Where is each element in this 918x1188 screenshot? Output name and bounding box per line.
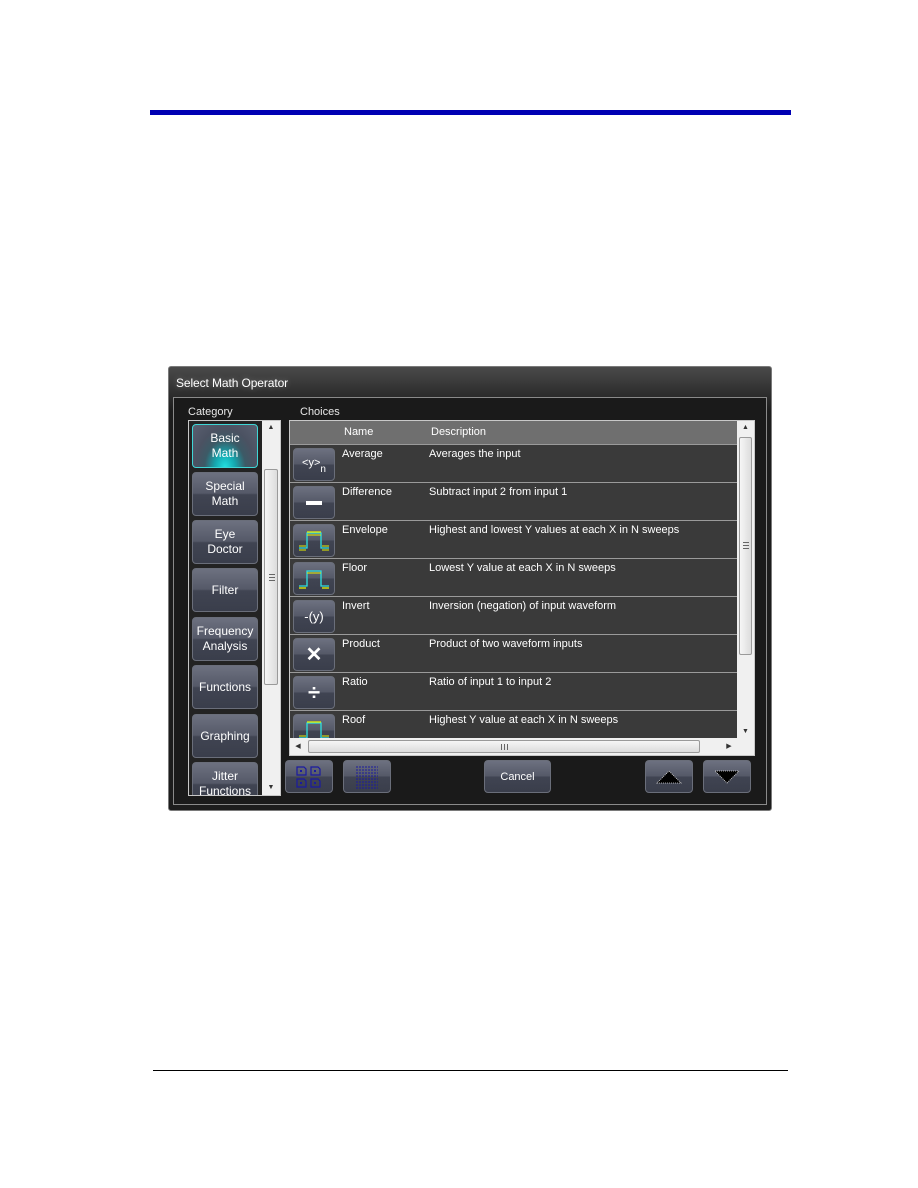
floor-waveform-graphic [299, 569, 329, 589]
list-view-button[interactable] [343, 760, 391, 793]
envelope-waveform-graphic [299, 530, 329, 550]
page-down-button[interactable] [703, 760, 751, 793]
category-scrollbar[interactable]: ▲ ▼ [262, 421, 280, 795]
table-row-floor[interactable]: Floor Lowest Y value at each X in N swee… [290, 559, 737, 597]
footer-rule [153, 1070, 788, 1071]
choices-vertical-scrollbar[interactable]: ▲ ▼ [737, 421, 754, 739]
row-description: Highest Y value at each X in N sweeps [429, 714, 619, 726]
multiply-icon[interactable]: ✕ [293, 638, 335, 671]
scroll-up-arrow-icon[interactable]: ▲ [737, 421, 754, 435]
page-up-button[interactable] [645, 760, 693, 793]
category-frequency-analysis[interactable]: Frequency Analysis [192, 617, 258, 661]
row-description: Subtract input 2 from input 1 [429, 486, 568, 498]
cancel-button[interactable]: Cancel [484, 760, 551, 793]
average-icon-text: <y> [302, 456, 321, 469]
grid-view-icon [296, 765, 321, 788]
row-name: Ratio [342, 676, 368, 688]
choices-hscroll-thumb[interactable] [308, 740, 700, 753]
icon-view-button[interactable] [285, 760, 333, 793]
table-row-product[interactable]: ✕ Product Product of two waveform inputs [290, 635, 737, 673]
grip-icon [743, 542, 749, 549]
category-functions[interactable]: Functions [192, 665, 258, 709]
category-filter[interactable]: Filter [192, 568, 258, 612]
row-name: Roof [342, 714, 366, 726]
row-name: Product [342, 638, 380, 650]
category-list: Basic Math Special Math Eye Doctor Filte… [188, 420, 281, 796]
average-icon-subscript: n [320, 464, 326, 475]
table-row-envelope[interactable]: Envelope Highest and lowest Y values at … [290, 521, 737, 559]
grip-icon [501, 744, 509, 750]
category-buttons-container: Basic Math Special Math Eye Doctor Filte… [189, 421, 263, 795]
row-name: Average [342, 448, 383, 460]
table-row-invert[interactable]: -(y) Invert Inversion (negation) of inpu… [290, 597, 737, 635]
table-header: Name Description [290, 421, 737, 445]
average-icon[interactable]: <y> n [293, 448, 335, 481]
row-description: Product of two waveform inputs [429, 638, 583, 650]
category-label: Category [188, 406, 233, 418]
row-name: Envelope [342, 524, 388, 536]
triangle-down-icon [714, 770, 740, 784]
scroll-down-arrow-icon[interactable]: ▼ [262, 781, 280, 795]
row-description: Averages the input [429, 448, 521, 460]
floor-waveform-icon[interactable] [293, 562, 335, 595]
choices-table: Name Description <y> n Average Averages t… [289, 420, 755, 756]
divide-icon[interactable]: ÷ [293, 676, 335, 709]
scroll-down-arrow-icon[interactable]: ▼ [737, 725, 754, 739]
header-rule [150, 110, 791, 115]
scroll-left-arrow-icon[interactable]: ◀ [290, 738, 306, 755]
column-header-name[interactable]: Name [344, 426, 373, 438]
choices-horizontal-scrollbar[interactable]: ◀ ▶ [290, 738, 737, 755]
list-view-icon [356, 766, 378, 788]
dialog-client-area: Category Choices Basic Math Special Math… [173, 397, 767, 805]
category-special-math[interactable]: Special Math [192, 472, 258, 516]
row-description: Inversion (negation) of input waveform [429, 600, 617, 612]
select-math-operator-dialog: Select Math Operator Category Choices Ba… [168, 366, 772, 811]
row-name: Difference [342, 486, 392, 498]
table-body: <y> n Average Averages the input Differen… [290, 445, 737, 749]
minus-bar [306, 500, 322, 505]
row-description: Lowest Y value at each X in N sweeps [429, 562, 616, 574]
row-name: Invert [342, 600, 370, 612]
triangle-up-icon [656, 769, 682, 783]
scrollbar-corner [737, 738, 754, 755]
category-eye-doctor[interactable]: Eye Doctor [192, 520, 258, 564]
grip-icon [269, 574, 275, 581]
category-graphing[interactable]: Graphing [192, 714, 258, 758]
category-basic-math[interactable]: Basic Math [192, 424, 258, 468]
category-scroll-thumb[interactable] [264, 469, 278, 685]
row-name: Floor [342, 562, 368, 574]
table-row-difference[interactable]: Difference Subtract input 2 from input 1 [290, 483, 737, 521]
row-description: Highest and lowest Y values at each X in… [429, 524, 680, 536]
choices-label: Choices [300, 406, 340, 418]
scroll-up-arrow-icon[interactable]: ▲ [262, 421, 280, 435]
column-header-description[interactable]: Description [431, 426, 486, 438]
table-row-ratio[interactable]: ÷ Ratio Ratio of input 1 to input 2 [290, 673, 737, 711]
envelope-waveform-icon[interactable] [293, 524, 335, 557]
invert-icon-text: -(y) [304, 609, 324, 624]
table-row-average[interactable]: <y> n Average Averages the input [290, 445, 737, 483]
divide-glyph: ÷ [307, 679, 321, 705]
window-title: Select Math Operator [176, 376, 289, 390]
scroll-right-arrow-icon[interactable]: ▶ [721, 738, 737, 755]
choices-vscroll-thumb[interactable] [739, 437, 752, 655]
minus-icon[interactable] [293, 486, 335, 519]
row-description: Ratio of input 1 to input 2 [429, 676, 552, 688]
category-jitter-functions[interactable]: Jitter Functions [192, 762, 258, 795]
invert-icon[interactable]: -(y) [293, 600, 335, 633]
multiply-glyph: ✕ [305, 644, 323, 666]
